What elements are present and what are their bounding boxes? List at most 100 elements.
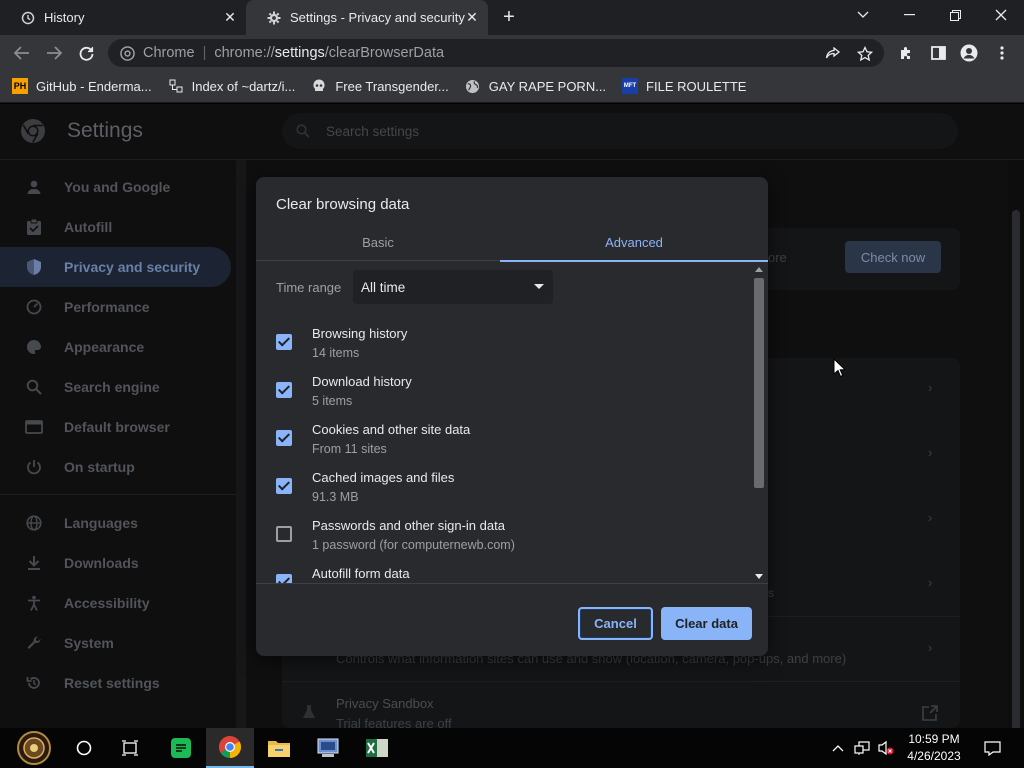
option-cached-images[interactable]: Cached images and files 91.3 MB xyxy=(256,465,750,513)
bookmark-label: FILE ROULETTE xyxy=(646,78,747,94)
sidebar-divider xyxy=(0,494,240,495)
sidebar-item-autofill[interactable]: Autofill xyxy=(0,207,240,247)
excel-icon[interactable] xyxy=(353,728,401,768)
settings-search-input[interactable]: Search settings xyxy=(282,113,958,149)
task-view-icon[interactable] xyxy=(106,728,154,768)
option-download-history[interactable]: Download history 5 items xyxy=(256,369,750,417)
sidebar-item-label: Downloads xyxy=(64,555,139,571)
spotify-green-icon[interactable] xyxy=(157,728,205,768)
extensions-icon[interactable] xyxy=(895,42,917,64)
sidebar-item-default-browser[interactable]: Default browser xyxy=(0,407,240,447)
sidebar-item-downloads[interactable]: Downloads xyxy=(0,543,240,583)
dialog-body: Time range All time Browsing history 14 … xyxy=(256,262,768,584)
scroll-up-arrow-icon[interactable] xyxy=(755,267,763,272)
file-explorer-icon[interactable] xyxy=(255,728,303,768)
bookmark-item[interactable]: GAY RAPE PORN... xyxy=(465,78,606,94)
side-panel-icon[interactable] xyxy=(927,42,949,64)
bookmark-item[interactable]: PH GitHub - Enderma... xyxy=(12,78,152,94)
wrench-icon xyxy=(24,633,44,653)
main-scrollbar[interactable] xyxy=(1008,160,1024,728)
tab-history[interactable]: History ✕ xyxy=(0,0,246,35)
option-passwords[interactable]: Passwords and other sign-in data 1 passw… xyxy=(256,513,750,561)
sidebar-scrollbar[interactable] xyxy=(236,160,246,728)
option-title: Autofill form data xyxy=(312,566,410,581)
sidebar-item-you-and-google[interactable]: You and Google xyxy=(0,167,240,207)
sidebar-item-on-startup[interactable]: On startup xyxy=(0,447,240,487)
checkbox[interactable] xyxy=(276,478,292,494)
option-browsing-history[interactable]: Browsing history 14 items xyxy=(256,321,750,369)
chevron-up-icon[interactable] xyxy=(830,740,846,756)
tab-search-chevron-icon[interactable] xyxy=(840,0,886,30)
checkbox[interactable] xyxy=(276,526,292,542)
option-autofill[interactable]: Autofill form data xyxy=(256,561,750,583)
close-icon[interactable]: ✕ xyxy=(222,9,238,25)
cortana-icon[interactable] xyxy=(60,728,108,768)
option-title: Browsing history xyxy=(312,326,408,341)
chrome-icon[interactable] xyxy=(206,728,254,768)
sidebar-item-search-engine[interactable]: Search engine xyxy=(0,367,240,407)
checkbox[interactable] xyxy=(276,430,292,446)
dialog-title: Clear browsing data xyxy=(276,196,410,213)
app-icon[interactable] xyxy=(304,728,352,768)
bookmark-item[interactable]: Free Transgender... xyxy=(311,78,449,94)
checkbox[interactable] xyxy=(276,382,292,398)
clear-data-button[interactable]: Clear data xyxy=(661,607,752,640)
close-icon[interactable]: ✕ xyxy=(464,9,480,25)
minimize-button[interactable] xyxy=(886,0,932,30)
notification-icon[interactable] xyxy=(983,740,1001,756)
restore-button[interactable] xyxy=(932,0,978,30)
reload-button[interactable] xyxy=(73,40,99,66)
tab-advanced[interactable]: Advanced xyxy=(500,223,768,262)
settings-title: Settings xyxy=(67,119,143,142)
dropdown-arrow-icon xyxy=(534,284,544,289)
sidebar-item-system[interactable]: System xyxy=(0,623,240,663)
close-window-button[interactable] xyxy=(978,0,1024,30)
share-icon[interactable] xyxy=(824,45,842,63)
profile-icon[interactable] xyxy=(958,42,980,64)
start-icon[interactable] xyxy=(8,728,60,768)
option-title: Cookies and other site data xyxy=(312,422,471,437)
open-in-new-icon xyxy=(922,705,938,726)
taskbar: 10:59 PM 4/26/2023 xyxy=(0,728,1024,768)
sidebar-item-label: On startup xyxy=(64,459,135,475)
option-title: Passwords and other sign-in data xyxy=(312,518,505,533)
option-subtitle: 1 password (for computernewb.com) xyxy=(312,538,515,552)
bookmark-item[interactable]: MFT FILE ROULETTE xyxy=(622,78,746,94)
system-clock[interactable]: 10:59 PM 4/26/2023 xyxy=(888,731,980,765)
option-title: Download history xyxy=(312,374,412,389)
tab-basic[interactable]: Basic xyxy=(256,223,500,261)
scroll-thumb[interactable] xyxy=(754,278,764,488)
chevron-right-icon: › xyxy=(928,575,933,590)
sidebar-item-performance[interactable]: Performance xyxy=(0,287,240,327)
sidebar-item-privacy-and-security[interactable]: Privacy and security xyxy=(0,247,231,287)
time-range-label: Time range xyxy=(276,280,342,295)
time-range-select[interactable]: All time xyxy=(353,270,553,304)
menu-kebab-icon[interactable] xyxy=(991,42,1013,64)
new-tab-button[interactable]: + xyxy=(498,6,520,28)
check-now-button[interactable]: Check now xyxy=(845,241,941,273)
reset-icon xyxy=(24,673,44,693)
back-button[interactable] xyxy=(9,40,35,66)
option-cookies[interactable]: Cookies and other site data From 11 site… xyxy=(256,417,750,465)
checkbox[interactable] xyxy=(276,334,292,350)
bookmark-item[interactable]: Index of ~dartz/i... xyxy=(168,78,295,94)
sidebar-item-appearance[interactable]: Appearance xyxy=(0,327,240,367)
scroll-thumb[interactable] xyxy=(1012,210,1020,728)
sidebar-item-reset-settings[interactable]: Reset settings xyxy=(0,663,240,703)
tab-settings[interactable]: Settings - Privacy and security ✕ xyxy=(246,0,488,35)
scroll-down-arrow-icon[interactable] xyxy=(755,574,763,579)
chrome-logo-icon xyxy=(21,119,45,143)
toolbar: Chrome | chrome://settings/clearBrowserD… xyxy=(0,35,1024,70)
forward-button[interactable] xyxy=(41,40,67,66)
privacy-sandbox-title: Privacy Sandbox xyxy=(336,696,434,711)
star-icon[interactable] xyxy=(856,45,874,63)
sidebar-item-accessibility[interactable]: Accessibility xyxy=(0,583,240,623)
sidebar-item-languages[interactable]: Languages xyxy=(0,503,240,543)
skull-icon xyxy=(311,78,327,94)
dialog-scrollbar[interactable] xyxy=(750,262,768,583)
network-icon[interactable] xyxy=(853,740,873,756)
cancel-button[interactable]: Cancel xyxy=(578,607,653,640)
address-bar[interactable]: Chrome | chrome://settings/clearBrowserD… xyxy=(108,39,884,67)
sidebar-item-label: Default browser xyxy=(64,419,170,435)
checkbox[interactable] xyxy=(276,574,292,583)
